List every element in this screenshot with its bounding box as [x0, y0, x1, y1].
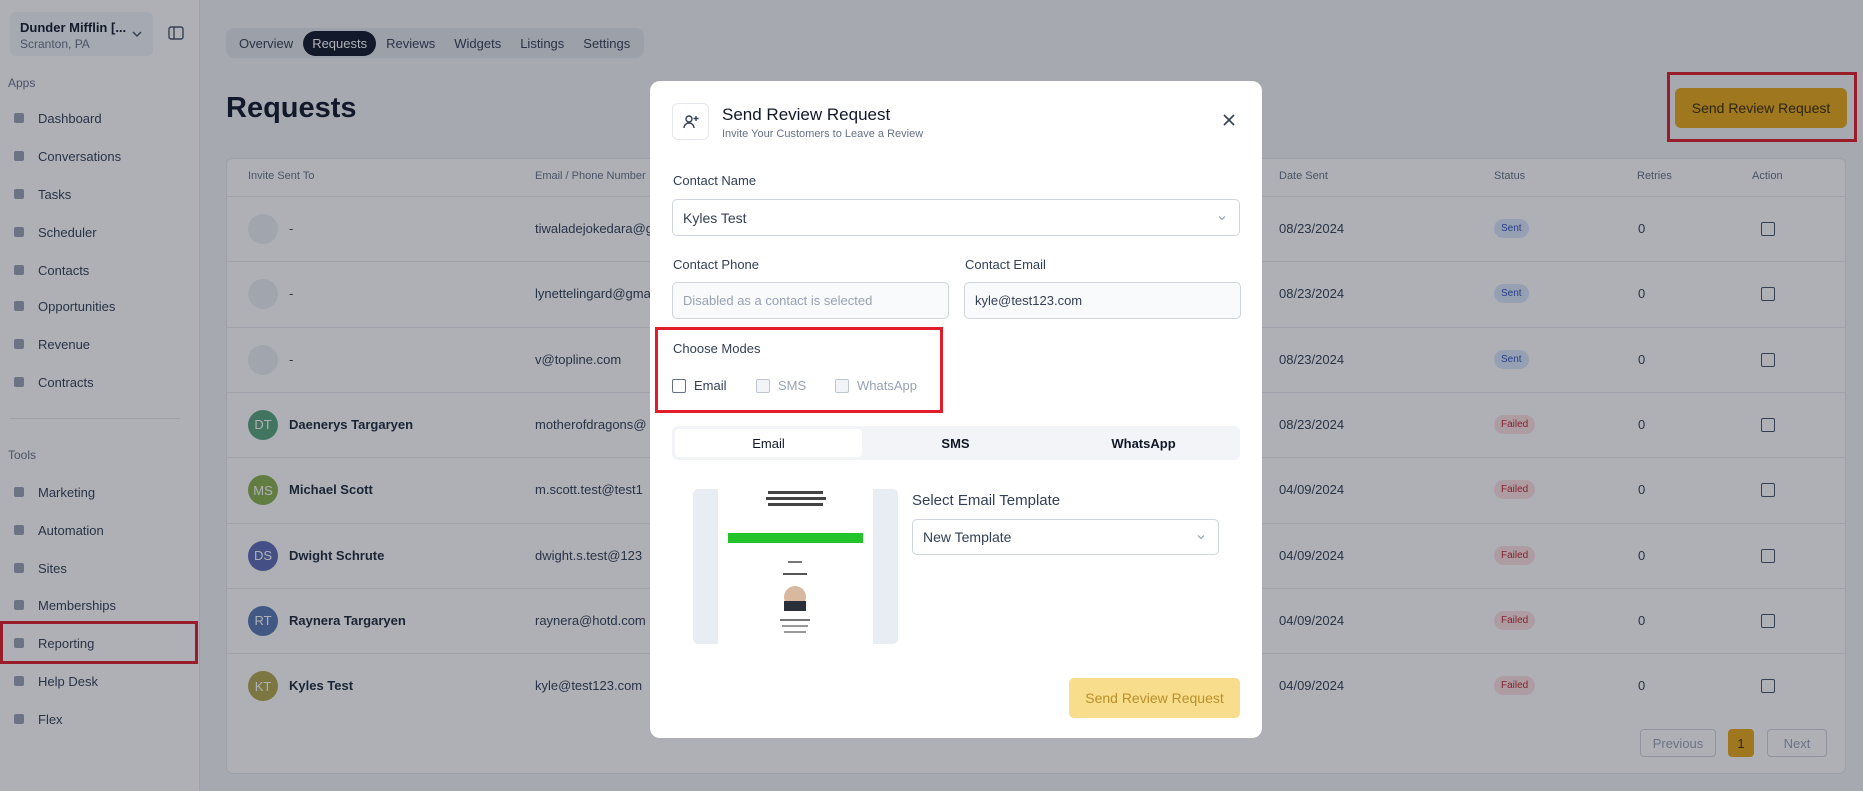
modal-send-review-request-button[interactable]: Send Review Request: [1069, 678, 1240, 718]
template-value: New Template: [923, 529, 1012, 545]
modal-subtitle: Invite Your Customers to Leave a Review: [722, 128, 924, 140]
channel-tab-sms[interactable]: SMS: [862, 429, 1049, 457]
template-label: Select Email Template: [912, 492, 1061, 509]
modal-header-icon-box: [672, 103, 709, 140]
channel-tab-email[interactable]: Email: [675, 429, 862, 457]
chevron-down-icon: [1197, 535, 1205, 540]
close-icon[interactable]: [1221, 112, 1237, 128]
template-thumbnail-graphic: [728, 491, 863, 633]
contact-phone-label: Contact Phone: [673, 257, 760, 272]
contact-name-label: Contact Name: [673, 173, 757, 188]
email-template-preview[interactable]: [693, 489, 898, 644]
contact-name-value: Kyles Test: [683, 209, 747, 226]
highlight-box: [655, 327, 943, 413]
template-thumbnail: [718, 489, 873, 644]
contact-email-field[interactable]: kyle@test123.com: [964, 282, 1241, 319]
email-template-select[interactable]: New Template: [912, 519, 1219, 555]
add-user-icon: [682, 114, 698, 128]
chevron-down-icon: [1218, 216, 1226, 221]
channel-tabs: Email SMS WhatsApp: [672, 426, 1240, 460]
contact-phone-field: Disabled as a contact is selected: [672, 282, 949, 319]
modal-title: Send Review Request: [722, 105, 891, 124]
contact-name-select[interactable]: Kyles Test: [672, 199, 1240, 236]
channel-tab-whatsapp[interactable]: WhatsApp: [1050, 429, 1237, 457]
contact-email-label: Contact Email: [965, 257, 1046, 272]
